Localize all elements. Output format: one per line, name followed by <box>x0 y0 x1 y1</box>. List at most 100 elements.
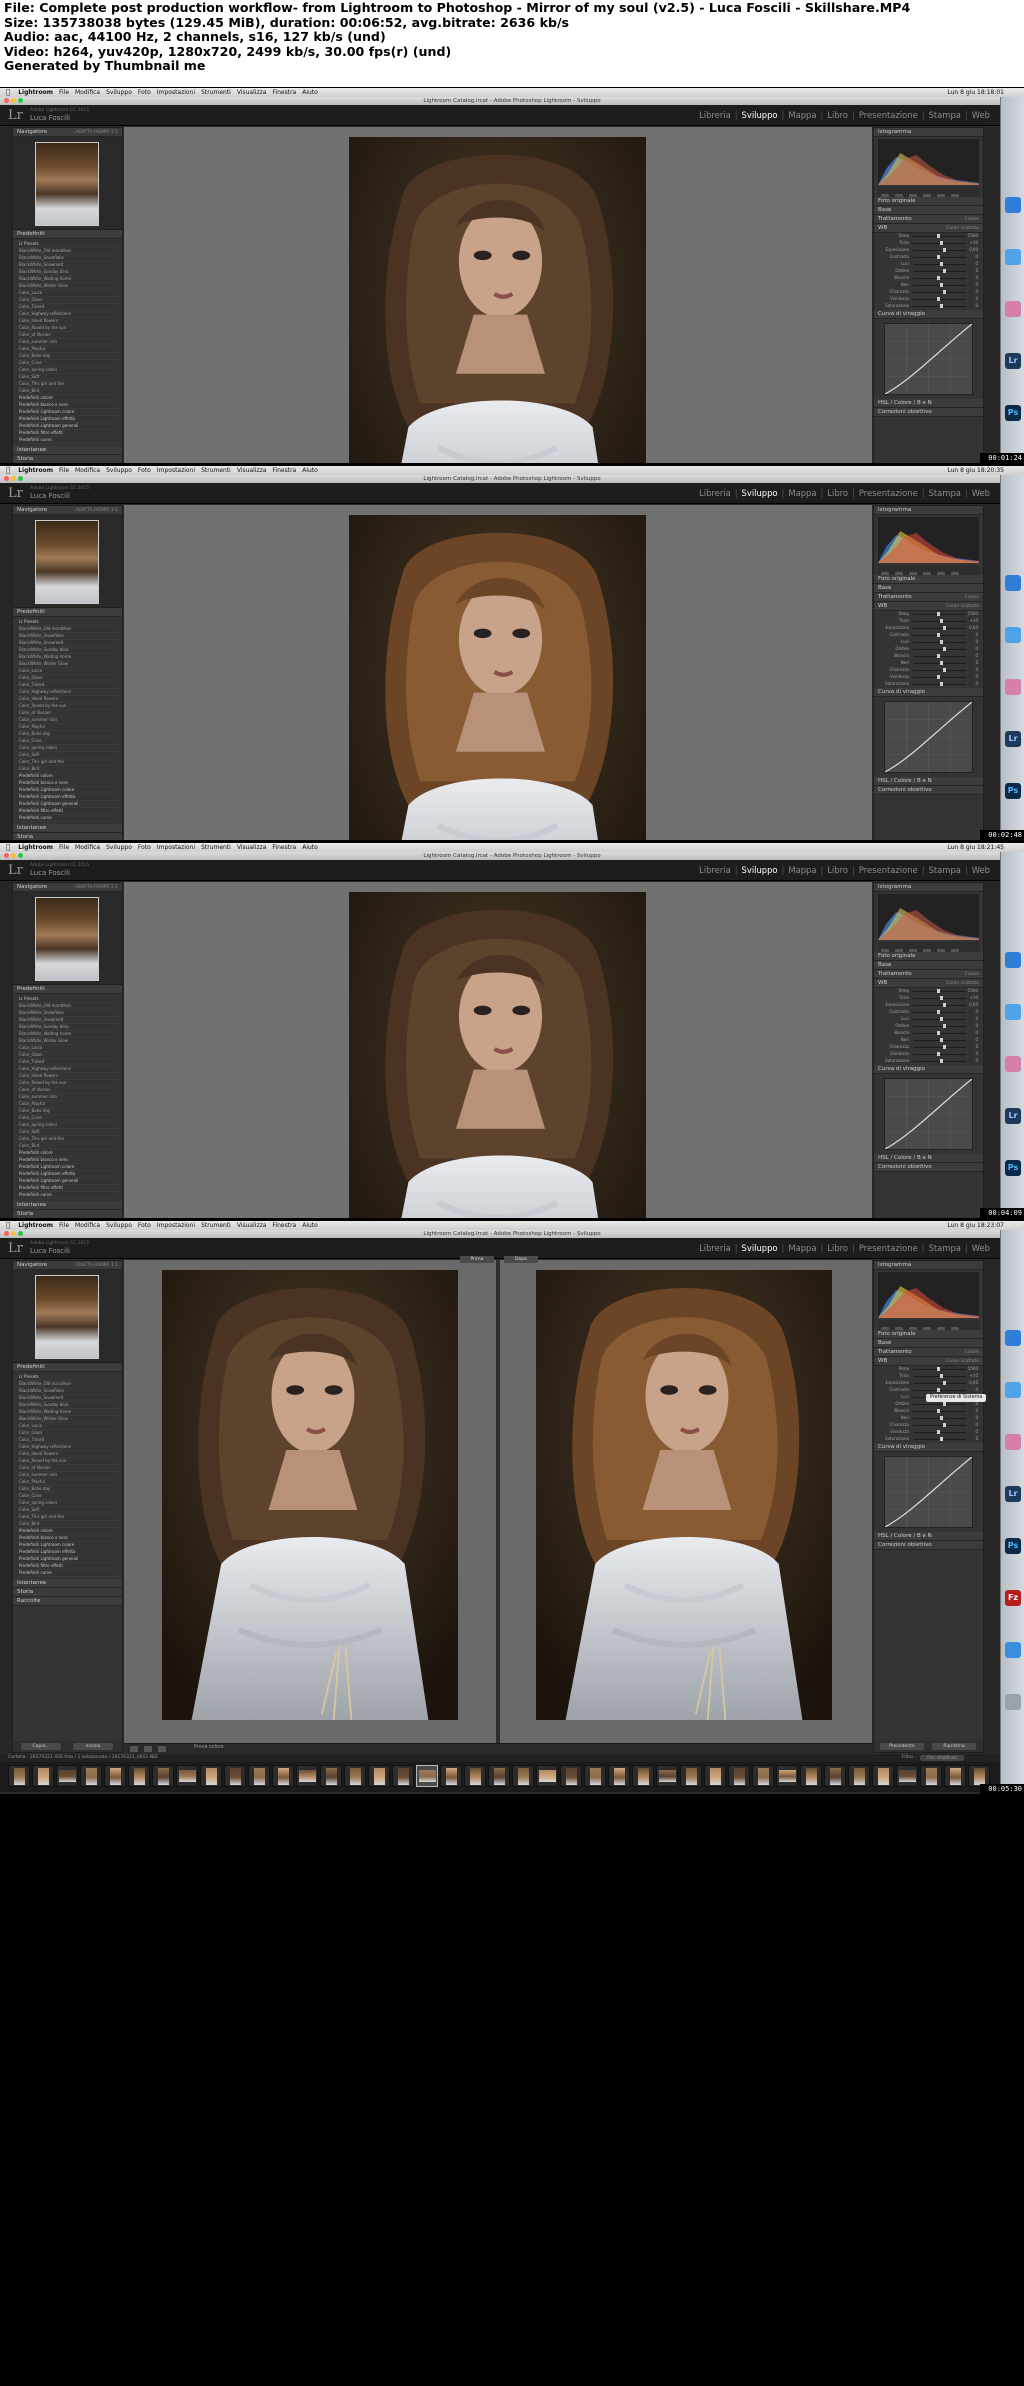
histogram[interactable] <box>878 894 979 940</box>
slider-value[interactable]: 0 <box>975 1387 978 1392</box>
preset-item[interactable]: Color_This girl and the <box>19 759 119 766</box>
module-stampa[interactable]: Stampa <box>929 865 961 875</box>
slider-track[interactable] <box>913 1026 966 1027</box>
slider-temp[interactable]: Temp 5500 <box>879 611 978 618</box>
slider-saturazione[interactable]: Saturazione 0 <box>879 1436 978 1443</box>
filmstrip-thumbnail[interactable] <box>344 1765 366 1787</box>
slider-thumb[interactable] <box>943 1423 946 1427</box>
histogram-header[interactable]: Istogramma <box>874 128 983 137</box>
slider-tinta[interactable]: Tinta +10 <box>879 995 978 1002</box>
slider-value[interactable]: 0 <box>975 639 978 644</box>
slider-esposizione[interactable]: Esposizione 0,00 <box>879 247 978 254</box>
slider-value[interactable]: 0,00 <box>969 625 978 630</box>
menu-app-name[interactable]: Lightroom <box>18 1222 53 1229</box>
module-sviluppo[interactable]: Sviluppo <box>742 110 778 120</box>
snapshots-header[interactable]: Istantanee <box>13 1201 122 1210</box>
module-web[interactable]: Web <box>972 865 990 875</box>
filmstrip-thumbnail[interactable] <box>80 1765 102 1787</box>
tone-curve-header[interactable]: Curva di viraggio <box>874 688 983 697</box>
slider-thumb[interactable] <box>940 1437 943 1441</box>
slider-value[interactable]: 0 <box>975 1058 978 1063</box>
preset-item[interactable]: Predefiniti Lightroom colore <box>19 1542 119 1549</box>
preset-item[interactable]: BlackWhite_Old marathon <box>19 626 119 633</box>
slider-value[interactable]: 5500 <box>968 988 978 993</box>
lens-corrections-header[interactable]: Correzioni obiettivo <box>874 408 983 417</box>
tone-curve-header[interactable]: Curva di viraggio <box>874 310 983 319</box>
menu-item[interactable]: Strumenti <box>201 1222 231 1229</box>
slider-thumb[interactable] <box>943 248 946 252</box>
menu-item[interactable]: Finestra <box>272 467 296 474</box>
preset-item[interactable]: Color_Playful <box>19 1101 119 1108</box>
soft-proof-checkbox[interactable]: Prova colore <box>194 1745 224 1750</box>
window-dot-icon[interactable] <box>11 853 16 858</box>
slider-track[interactable] <box>913 271 966 272</box>
histogram-header[interactable]: Istogramma <box>874 883 983 892</box>
preset-item[interactable]: Predefiniti filtro effetti <box>19 808 119 815</box>
preset-item[interactable]: Color_Cone <box>19 1493 119 1500</box>
slider-bianchi[interactable]: Bianchi 0 <box>879 275 978 282</box>
before-photo[interactable] <box>162 1270 458 1720</box>
preset-item[interactable]: BlackWhite_Sunday bliss <box>19 1024 119 1031</box>
preset-item[interactable]: Color_Highway reflections <box>19 1066 119 1073</box>
finder-icon[interactable] <box>1005 952 1021 968</box>
slider-thumb[interactable] <box>937 1388 940 1392</box>
filmstrip-thumbnail[interactable] <box>536 1765 558 1787</box>
slider-value[interactable]: +10 <box>970 995 978 1000</box>
preset-item[interactable]: Color_Bird <box>19 1143 119 1150</box>
slider-value[interactable]: +10 <box>970 1373 978 1378</box>
slider-value[interactable]: 0 <box>975 261 978 266</box>
menu-item[interactable]: Visualizza <box>237 89 267 96</box>
trash-icon[interactable] <box>1005 1694 1021 1710</box>
menu-item[interactable]: Foto <box>138 89 151 96</box>
histogram[interactable] <box>878 1272 979 1318</box>
menu-item[interactable]: Aiuto <box>302 467 318 474</box>
preset-item[interactable]: Color_Roaed by the sun <box>19 325 119 332</box>
tone-curve-graph[interactable] <box>884 323 973 395</box>
slider-thumb[interactable] <box>937 1052 940 1056</box>
filmstrip-thumbnail[interactable] <box>944 1765 966 1787</box>
slider-value[interactable]: 0,00 <box>969 1002 978 1007</box>
history-header[interactable]: Storia <box>13 1588 122 1597</box>
slider-value[interactable]: 0 <box>975 1422 978 1427</box>
navigator-zoom-modes[interactable]: ADATTA RIEMPI 1:1 <box>75 506 118 515</box>
hsl-header[interactable]: HSL / Colore / B e N <box>874 777 983 786</box>
apple-icon[interactable]:  <box>6 88 10 96</box>
wb-select[interactable]: Come scattato <box>946 1357 979 1366</box>
histogram-header[interactable]: Istogramma <box>874 506 983 515</box>
preset-item[interactable]: Color_Lucia <box>19 1045 119 1052</box>
filmstrip-thumbnail[interactable] <box>728 1765 750 1787</box>
preset-item[interactable]: Predefiniti Lightroom generali <box>19 423 119 430</box>
menu-app-name[interactable]: Lightroom <box>18 89 53 96</box>
menu-item[interactable]: File <box>59 89 69 96</box>
photoshop-icon[interactable]: Ps <box>1005 405 1021 421</box>
main-photo[interactable] <box>349 137 646 463</box>
lightroom-icon[interactable]: Lr <box>1005 353 1021 369</box>
module-mappa[interactable]: Mappa <box>788 110 816 120</box>
module-mappa[interactable]: Mappa <box>788 865 816 875</box>
preset-item[interactable]: Color_This girl and the <box>19 1514 119 1521</box>
filezilla-icon[interactable]: Fz <box>1005 1590 1021 1606</box>
preset-item[interactable]: Color_summer rain <box>19 1094 119 1101</box>
basic-header[interactable]: Base <box>874 206 983 215</box>
preset-item[interactable]: BlackWhite_Old marathon <box>19 1003 119 1010</box>
preset-item[interactable]: Color_Lucia <box>19 1423 119 1430</box>
slider-tinta[interactable]: Tinta +10 <box>879 240 978 247</box>
module-web[interactable]: Web <box>972 1243 990 1253</box>
filmstrip-thumbnail[interactable] <box>464 1765 486 1787</box>
preset-item[interactable]: Color_This girl and the <box>19 381 119 388</box>
slider-value[interactable]: 0 <box>975 289 978 294</box>
preset-item[interactable]: BlackWhite_Waiting home <box>19 654 119 661</box>
preset-item[interactable]: Color_spring colors <box>19 745 119 752</box>
slider-thumb[interactable] <box>937 1031 940 1035</box>
slider-bianchi[interactable]: Bianchi 0 <box>879 1408 978 1415</box>
filmstrip-thumbnail[interactable] <box>272 1765 294 1787</box>
filmstrip-thumbnail[interactable] <box>752 1765 774 1787</box>
slider-track[interactable] <box>913 1404 966 1405</box>
filmstrip[interactable] <box>0 1762 1000 1792</box>
treatment-mode[interactable]: Colore <box>965 593 979 602</box>
module-web[interactable]: Web <box>972 110 990 120</box>
right-panel-collapse-edge[interactable] <box>984 882 1000 1218</box>
preset-item[interactable]: Color_Inked flowers <box>19 1073 119 1080</box>
histogram[interactable] <box>878 517 979 563</box>
menu-app-name[interactable]: Lightroom <box>18 467 53 474</box>
